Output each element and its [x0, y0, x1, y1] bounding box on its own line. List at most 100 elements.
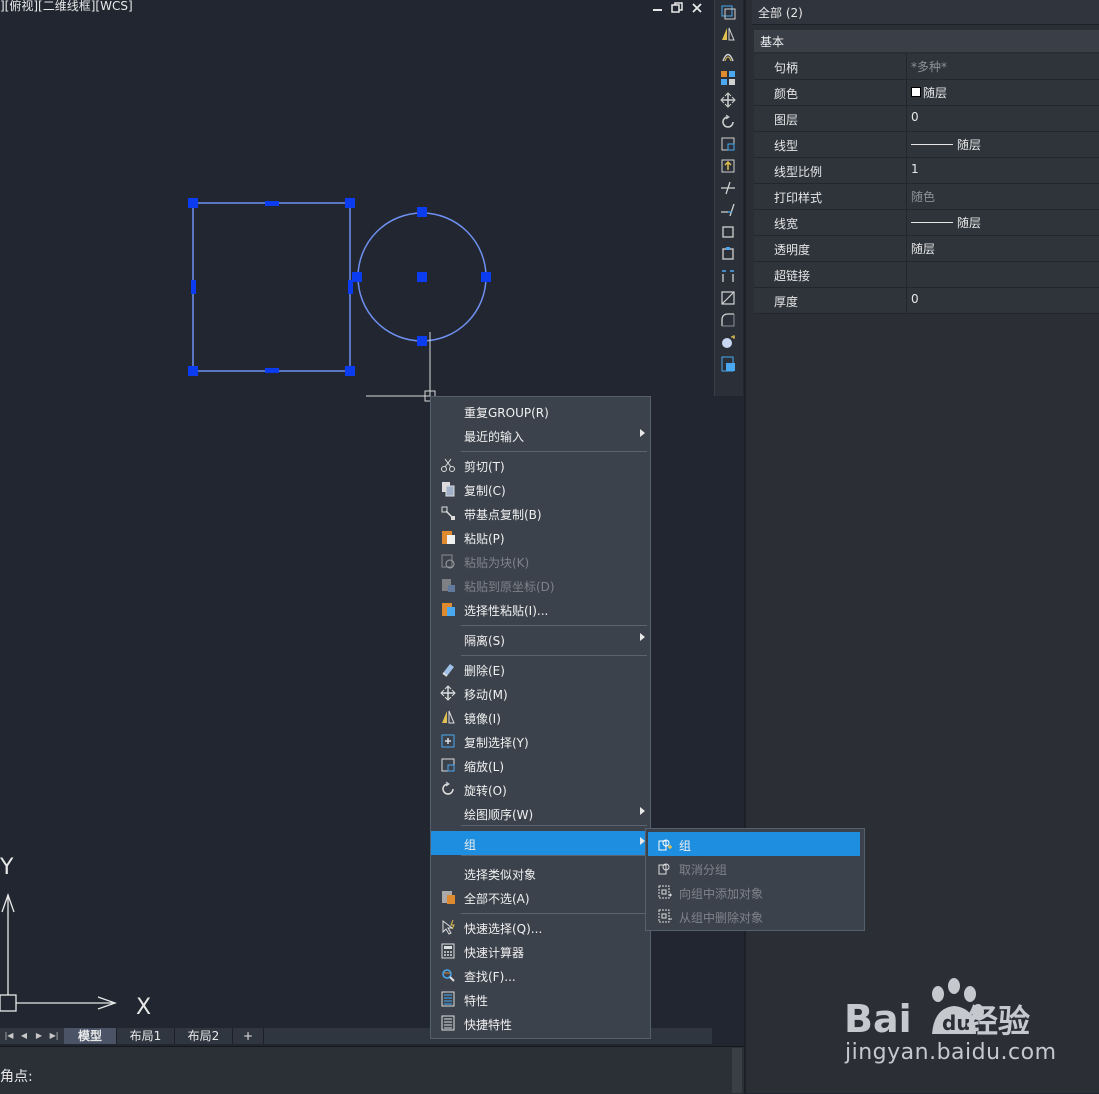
next-tab-button[interactable]: ▶ [33, 1030, 45, 1042]
property-row[interactable]: 超链接 [754, 262, 1099, 288]
property-value-cell[interactable]: 随色 [906, 184, 1099, 209]
menu-item[interactable]: 粘贴为块(K) [431, 549, 650, 573]
last-tab-button[interactable]: ▶| [48, 1030, 60, 1042]
offset-tool-icon[interactable] [720, 48, 736, 64]
menu-item[interactable]: 选择性粘贴(I)... [431, 597, 650, 621]
properties-tool-icon[interactable] [720, 356, 736, 372]
property-row[interactable]: 颜色 随层 [754, 80, 1099, 106]
menu-item[interactable]: 剪切(T) [431, 453, 650, 477]
property-value-cell[interactable]: *多种* [906, 54, 1099, 79]
menu-separator [461, 913, 647, 914]
property-value-cell[interactable]: 随层 [906, 132, 1099, 157]
menu-item[interactable]: 特性 [431, 987, 650, 1011]
selection-combo[interactable]: 全部 (2) [752, 0, 1099, 25]
property-row[interactable]: 图层 0 [754, 106, 1099, 132]
menu-item[interactable]: 镜像(I) [431, 705, 650, 729]
prev-tab-button[interactable]: ◀ [18, 1030, 30, 1042]
menu-item[interactable]: 快速计算器 [431, 939, 650, 963]
selected-rectangle[interactable] [192, 202, 351, 372]
tab-layout2[interactable]: 布局2 [175, 1028, 233, 1044]
mirror-tool-icon[interactable] [720, 26, 736, 42]
property-value-cell[interactable]: 随层 [906, 210, 1099, 235]
property-value-cell[interactable]: 0 [906, 288, 1099, 313]
join-tool-icon[interactable] [720, 268, 736, 284]
chamfer-tool-icon[interactable] [720, 290, 736, 306]
tab-model[interactable]: 模型 [64, 1028, 117, 1044]
property-row[interactable]: 打印样式 随色 [754, 184, 1099, 210]
menu-item[interactable]: 带基点复制(B) [431, 501, 650, 525]
property-row[interactable]: 线型比例 1 [754, 158, 1099, 184]
property-value: 0 [911, 110, 919, 124]
property-row[interactable]: 句柄 *多种* [754, 54, 1099, 80]
ucs-icon [0, 893, 117, 1012]
command-scrollbar[interactable] [732, 1048, 742, 1093]
copy-base-icon [441, 506, 455, 520]
menu-item-label: 组 [464, 838, 477, 852]
tab-add[interactable]: + [233, 1028, 264, 1044]
menu-item[interactable]: 复制选择(Y) [431, 729, 650, 753]
menu-item-label: 旋转(O) [464, 784, 507, 798]
selection-combo-label: 全部 (2) [758, 6, 803, 20]
menu-item[interactable]: 隔离(S) [431, 627, 650, 651]
command-line[interactable] [0, 1046, 744, 1094]
menu-item[interactable]: 粘贴(P) [431, 525, 650, 549]
menu-item[interactable]: 最近的输入 [431, 423, 650, 447]
property-value-cell[interactable]: 0 [906, 106, 1099, 131]
grips[interactable] [188, 198, 491, 376]
move-tool-icon[interactable] [720, 92, 736, 108]
copy-select-tool-icon[interactable] [720, 4, 736, 20]
submenu-item[interactable]: 组 [648, 832, 860, 856]
color-swatch-icon [911, 87, 921, 97]
array-tool-icon[interactable] [720, 70, 736, 86]
menu-item-label: 镜像(I) [464, 712, 501, 726]
property-value: 随层 [923, 86, 948, 100]
submenu-item[interactable]: 向组中添加对象 [648, 880, 860, 904]
group-icon [658, 839, 672, 851]
menu-item[interactable]: 选择类似对象 [431, 861, 650, 885]
property-row[interactable]: 透明度 随层 [754, 236, 1099, 262]
tab-layout1[interactable]: 布局1 [117, 1028, 175, 1044]
property-row[interactable]: 线宽 随层 [754, 210, 1099, 236]
scale-tool-icon[interactable] [720, 136, 736, 152]
submenu-item[interactable]: 取消分组 [648, 856, 860, 880]
rotate-tool-icon[interactable] [720, 114, 736, 130]
watermark-bai: Bai [844, 997, 912, 1041]
break-at-point-tool-icon[interactable] [720, 246, 736, 262]
property-key: 颜色 [774, 87, 799, 101]
menu-item[interactable]: 快捷特性 [431, 1011, 650, 1035]
modify-toolbar [714, 0, 743, 396]
explode-tool-icon[interactable] [720, 334, 736, 350]
trim-tool-icon[interactable] [720, 180, 736, 196]
property-key: 句柄 [774, 61, 799, 75]
property-value-cell[interactable]: 随层 [906, 80, 1099, 105]
menu-item-label: 复制选择(Y) [464, 736, 529, 750]
menu-item[interactable]: 复制(C) [431, 477, 650, 501]
first-tab-button[interactable]: |◀ [3, 1030, 15, 1042]
menu-item[interactable]: 删除(E) [431, 657, 650, 681]
menu-item[interactable]: 粘贴到原坐标(D) [431, 573, 650, 597]
submenu-item[interactable]: 从组中删除对象 [648, 904, 860, 928]
property-row[interactable]: 厚度 0 [754, 288, 1099, 314]
menu-item[interactable]: 组 [431, 831, 650, 855]
menu-item[interactable]: 查找(F)... [431, 963, 650, 987]
menu-item[interactable]: 绘图顺序(W) [431, 801, 650, 825]
menu-item[interactable]: 移动(M) [431, 681, 650, 705]
stretch-tool-icon[interactable] [720, 158, 736, 174]
fillet-tool-icon[interactable] [720, 312, 736, 328]
property-value-cell[interactable]: 随层 [906, 236, 1099, 261]
menu-item[interactable]: 缩放(L) [431, 753, 650, 777]
menu-item[interactable]: 重复GROUP(R) [431, 399, 650, 423]
menu-item[interactable]: 全部不选(A) [431, 885, 650, 909]
menu-item[interactable]: 旋转(O) [431, 777, 650, 801]
break-tool-icon[interactable] [720, 224, 736, 240]
property-key: 厚度 [774, 295, 799, 309]
property-value-cell[interactable]: 1 [906, 158, 1099, 183]
menu-item-label: 删除(E) [464, 664, 505, 678]
submenu-arrow-icon [640, 807, 645, 815]
menu-item[interactable]: 快速选择(Q)... [431, 915, 650, 939]
extend-tool-icon[interactable] [720, 202, 736, 218]
property-row[interactable]: 线型 随层 [754, 132, 1099, 158]
category-basic-header[interactable]: 基本 [754, 30, 1099, 52]
menu-item-label: 隔离(S) [464, 634, 505, 648]
property-value-cell[interactable] [906, 262, 1099, 287]
